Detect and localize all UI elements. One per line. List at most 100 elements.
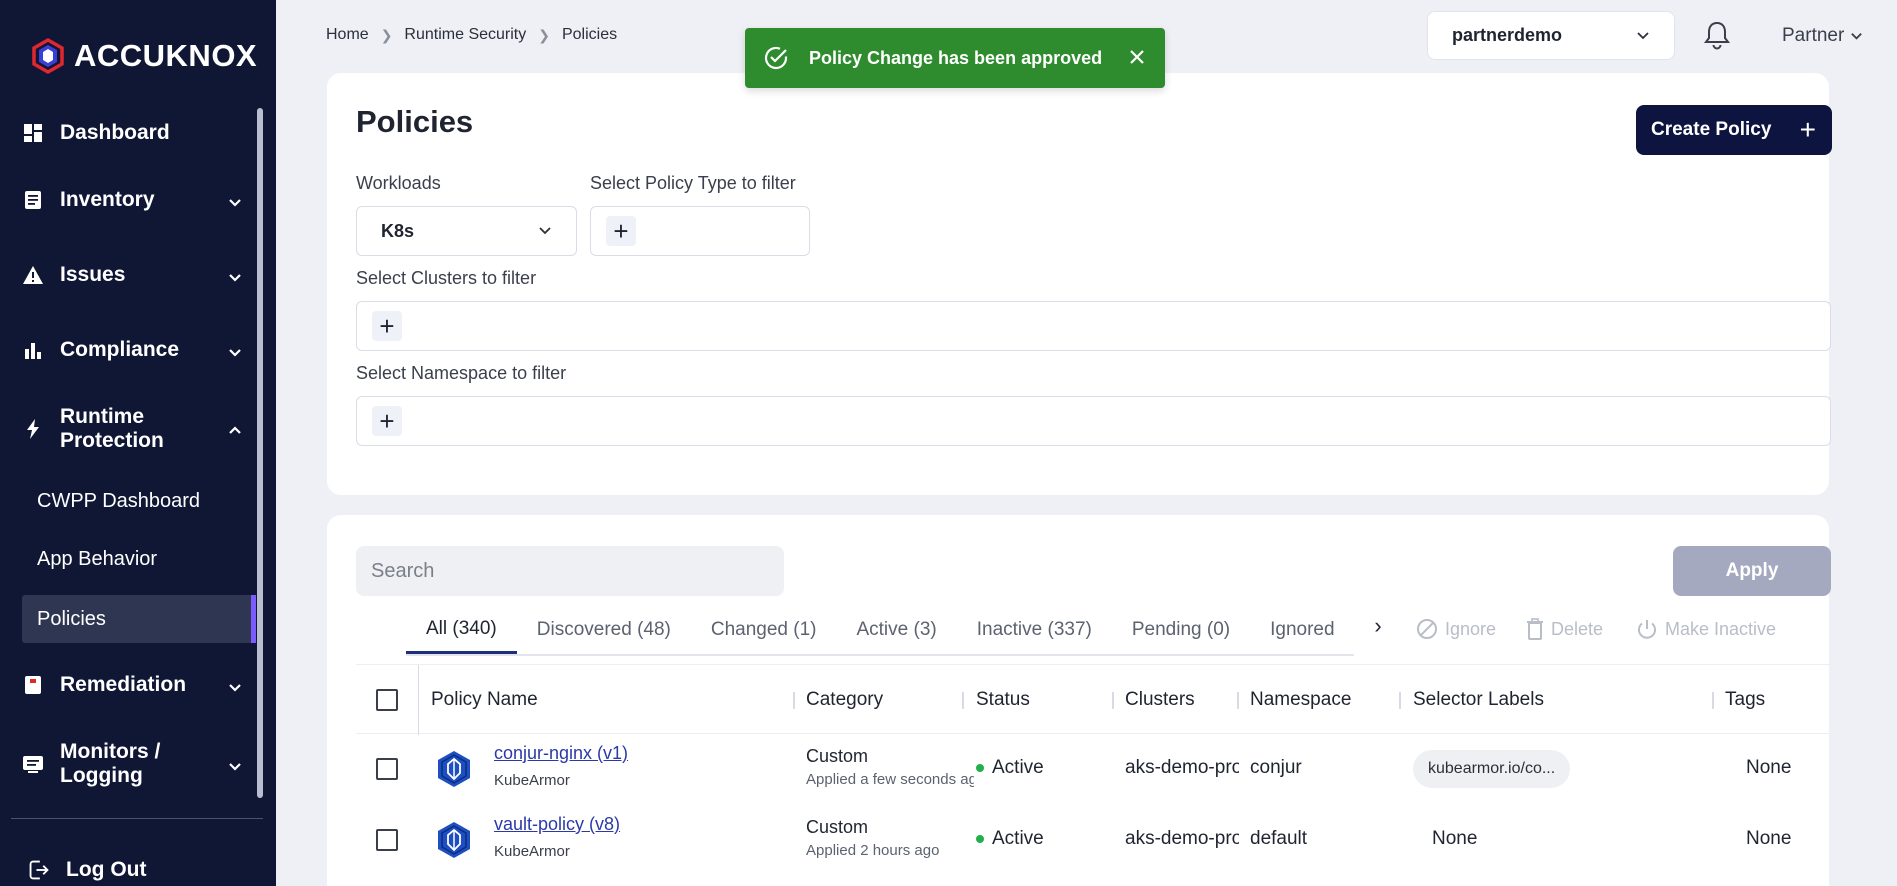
ignore-button[interactable]: Ignore [1416, 618, 1496, 640]
breadcrumb-chevron-icon: ❯ [538, 26, 550, 43]
brand-logo[interactable]: ACCUKNOX [30, 38, 257, 74]
create-policy-label: Create Policy [1651, 119, 1772, 140]
delete-button[interactable]: Delete [1526, 618, 1603, 640]
add-namespace-icon[interactable]: + [372, 406, 402, 436]
create-policy-button[interactable]: Create Policy + [1636, 105, 1832, 155]
logout-button[interactable]: Log Out [28, 858, 250, 882]
sidebar-item-compliance[interactable]: Compliance [22, 338, 244, 362]
power-icon [1638, 620, 1656, 639]
selector-label-chip[interactable]: kubearmor.io/co... [1413, 750, 1571, 788]
column-resize-handle[interactable] [793, 692, 795, 709]
tab-changed[interactable]: Changed (1) [691, 606, 837, 654]
policy-engine: KubeArmor [494, 772, 570, 789]
tab-ignored[interactable]: Ignored [1250, 606, 1354, 654]
trash-icon [1527, 618, 1543, 640]
policy-namespace: default [1250, 828, 1308, 849]
column-header-category[interactable]: Category [806, 689, 883, 711]
sidebar-item-remediation[interactable]: Remediation [22, 673, 244, 697]
sidebar-item-label: Dashboard [60, 121, 170, 144]
logout-label: Log Out [66, 858, 147, 881]
tab-active[interactable]: Active (3) [836, 606, 956, 654]
make-inactive-button[interactable]: Make Inactive [1636, 618, 1776, 640]
add-cluster-icon[interactable]: + [372, 311, 402, 341]
notification-bell-icon[interactable] [1703, 20, 1731, 50]
table-row[interactable]: vault-policy (v8) KubeArmor Custom Appli… [356, 804, 1831, 874]
policy-category: Custom [806, 817, 869, 837]
table-row[interactable]: conjur-nginx (v1) KubeArmor Custom Appli… [356, 734, 1831, 804]
sidebar-subitem-label: App Behavior [37, 547, 158, 570]
org-selector[interactable]: partnerdemo [1427, 11, 1675, 60]
sidebar-item-label: Issues [60, 263, 126, 286]
search-input[interactable] [356, 546, 784, 596]
close-icon[interactable] [1127, 47, 1147, 67]
policy-tags: None [1746, 757, 1792, 778]
sidebar-item-label: Compliance [60, 338, 180, 361]
add-policy-type-icon[interactable]: + [606, 216, 636, 246]
sidebar: ACCUKNOX Dashboard Inventory Issues Comp… [0, 0, 276, 886]
column-resize-handle[interactable] [1712, 692, 1714, 709]
column-header-clusters[interactable]: Clusters [1125, 689, 1195, 711]
row-checkbox[interactable] [376, 829, 398, 851]
delete-label: Delete [1551, 618, 1604, 639]
sidebar-scrollbar[interactable] [257, 108, 263, 798]
breadcrumb: Home ❯ Runtime Security ❯ Policies [326, 26, 617, 44]
dashboard-icon [22, 122, 44, 144]
policy-tags: None [1746, 828, 1792, 849]
sidebar-subitem-policies[interactable]: Policies [22, 595, 256, 643]
tab-inactive[interactable]: Inactive (337) [957, 606, 1112, 654]
sidebar-subitem-label: CWPP Dashboard [37, 489, 201, 512]
sidebar-item-dashboard[interactable]: Dashboard [22, 121, 244, 145]
tab-discovered[interactable]: Discovered (48) [517, 606, 691, 654]
sidebar-item-runtime-protection[interactable]: Runtime Protection [22, 405, 244, 453]
check-circle-icon [764, 46, 788, 70]
sidebar-item-issues[interactable]: Issues [22, 263, 244, 287]
status-badge: Active [976, 757, 1044, 779]
tab-all[interactable]: All (340) [406, 606, 517, 654]
lightning-icon [22, 418, 44, 440]
user-menu[interactable]: Partner [1782, 25, 1863, 47]
sidebar-item-label: Inventory [60, 188, 155, 211]
clusters-label: Select Clusters to filter [356, 268, 537, 288]
apply-button[interactable]: Apply [1673, 546, 1831, 596]
tab-pending[interactable]: Pending (0) [1112, 606, 1250, 654]
column-resize-handle[interactable] [962, 692, 964, 709]
workloads-select[interactable]: K8s [356, 206, 577, 256]
select-all-checkbox[interactable] [376, 689, 398, 711]
column-resize-handle[interactable] [1112, 692, 1114, 709]
chevron-down-icon [539, 227, 551, 235]
sidebar-subitem-app-behavior[interactable]: App Behavior [22, 535, 254, 583]
row-checkbox[interactable] [376, 758, 398, 780]
chevron-down-icon [229, 763, 241, 771]
monitor-icon [22, 753, 44, 775]
column-resize-handle[interactable] [1237, 692, 1239, 709]
column-resize-handle[interactable] [1399, 692, 1401, 709]
workloads-value: K8s [381, 220, 415, 241]
column-header-tags[interactable]: Tags [1725, 689, 1765, 711]
policy-type-label: Select Policy Type to filter [590, 173, 796, 193]
sidebar-item-inventory[interactable]: Inventory [22, 188, 244, 212]
policy-engine: KubeArmor [494, 843, 570, 860]
success-toast: Policy Change has been approved [745, 28, 1165, 88]
column-header-status[interactable]: Status [976, 689, 1030, 711]
namespace-label: Select Namespace to filter [356, 363, 567, 383]
column-header-policy-name[interactable]: Policy Name [431, 689, 538, 711]
clusters-filter[interactable] [356, 301, 1831, 351]
breadcrumb-runtime-security[interactable]: Runtime Security [404, 26, 526, 44]
chevron-down-icon [1637, 31, 1649, 39]
column-header-selector-labels[interactable]: Selector Labels [1413, 689, 1544, 711]
sidebar-item-monitors-logging[interactable]: Monitors / Logging [22, 740, 244, 788]
chevron-down-icon [229, 274, 241, 282]
workloads-label: Workloads [356, 173, 441, 193]
column-header-namespace[interactable]: Namespace [1250, 689, 1351, 711]
namespace-filter[interactable] [356, 396, 1831, 446]
policy-name-link[interactable]: vault-policy (v8) [494, 814, 620, 835]
breadcrumb-current: Policies [561, 26, 618, 43]
breadcrumb-home[interactable]: Home [326, 26, 369, 44]
org-name: partnerdemo [1452, 25, 1563, 45]
sidebar-subitem-label: Policies [37, 607, 106, 630]
sidebar-subitem-cwpp-dashboard[interactable]: CWPP Dashboard [22, 477, 254, 525]
policy-namespace: conjur [1250, 757, 1302, 778]
policy-name-link[interactable]: conjur-nginx (v1) [494, 743, 628, 764]
tabs-scroll-right-icon[interactable]: › [1368, 613, 1388, 638]
sidebar-item-label: Monitors / Logging [60, 740, 161, 787]
